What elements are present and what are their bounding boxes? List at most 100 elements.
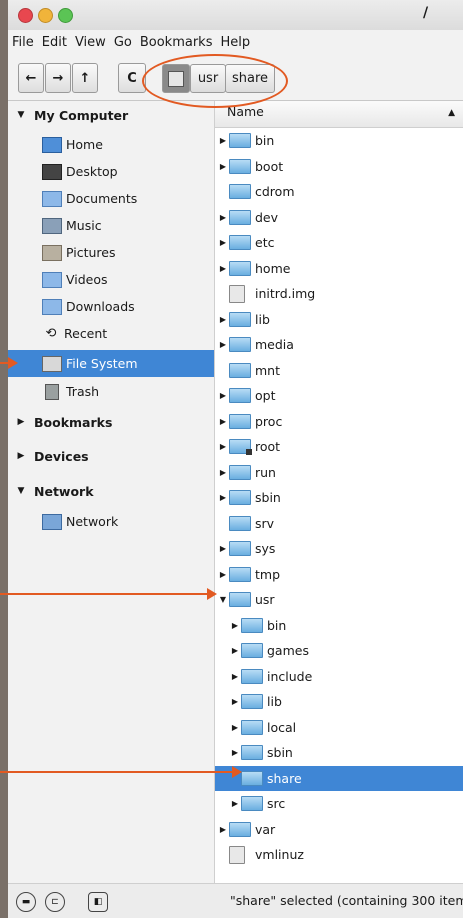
file-row[interactable]: ▶ proc <box>215 409 463 435</box>
file-row[interactable]: ▶ dev <box>215 205 463 231</box>
expander-down-icon[interactable]: ▼ <box>8 486 34 496</box>
section-devices[interactable]: ▶ Devices <box>8 444 89 468</box>
menu-view[interactable]: View <box>71 33 110 53</box>
file-name: proc <box>255 413 283 429</box>
expander-right-icon[interactable]: ▶ <box>229 697 241 706</box>
file-row[interactable]: ▶ media <box>215 332 463 358</box>
expander-right-icon[interactable]: ▶ <box>217 238 229 247</box>
expander-down-icon[interactable]: ▼ <box>217 595 229 604</box>
file-row[interactable]: ▶ run <box>215 460 463 486</box>
maximize-button[interactable] <box>58 8 73 23</box>
sidebar-item-documents[interactable]: Documents <box>8 185 214 212</box>
file-row[interactable]: mnt <box>215 358 463 384</box>
file-row[interactable]: ▶ opt <box>215 383 463 409</box>
file-row[interactable]: ▶ lib <box>215 689 463 715</box>
expander-right-icon[interactable]: ▶ <box>229 672 241 681</box>
menu-go[interactable]: Go <box>110 33 136 53</box>
folder-icon <box>241 719 263 735</box>
expander-right-icon[interactable]: ▶ <box>217 442 229 451</box>
sidebar-item-pictures[interactable]: Pictures <box>8 239 214 266</box>
expander-right-icon[interactable]: ▶ <box>229 748 241 757</box>
file-row[interactable]: initrd.img <box>215 281 463 307</box>
sidebar-item-desktop[interactable]: Desktop <box>8 158 214 185</box>
file-row[interactable]: ▶ games <box>215 638 463 664</box>
file-row[interactable]: ▶ local <box>215 715 463 741</box>
section-label: Network <box>34 483 94 499</box>
file-row[interactable]: ▶ include <box>215 664 463 690</box>
file-row[interactable]: ▶ bin <box>215 613 463 639</box>
sidebar-item-trash[interactable]: Trash <box>8 378 214 405</box>
expander-right-icon[interactable]: ▶ <box>229 723 241 732</box>
menu-edit[interactable]: Edit <box>38 33 71 53</box>
file-row[interactable]: ▶ root <box>215 434 463 460</box>
section-bookmarks[interactable]: ▶ Bookmarks <box>8 410 113 434</box>
file-row[interactable]: srv <box>215 511 463 537</box>
file-row[interactable]: ▶ var <box>215 817 463 843</box>
sidebar-item-videos[interactable]: Videos <box>8 266 214 293</box>
file-list: Name ▲ ▶ bin ▶ boot cdrom ▶ dev ▶ etc ▶ home initrd… <box>215 101 463 884</box>
minimize-button[interactable] <box>38 8 53 23</box>
file-row[interactable]: ▶ etc <box>215 230 463 256</box>
expander-right-icon[interactable]: ▶ <box>229 621 241 630</box>
menu-help[interactable]: Help <box>216 33 254 53</box>
folder-icon <box>229 133 251 149</box>
file-icon <box>229 284 245 303</box>
file-row[interactable]: ▶ home <box>215 256 463 282</box>
expander-right-icon[interactable]: ▶ <box>217 315 229 324</box>
file-name: games <box>267 643 309 659</box>
file-row[interactable]: cdrom <box>215 179 463 205</box>
sidebar-item-music[interactable]: Music <box>8 212 214 239</box>
sidebar-item-network[interactable]: Network <box>8 508 214 535</box>
expander-right-icon[interactable]: ▶ <box>217 340 229 349</box>
expander-right-icon[interactable]: ▶ <box>217 825 229 834</box>
expander-right-icon[interactable]: ▶ <box>229 646 241 655</box>
file-row[interactable]: ▶ src <box>215 791 463 817</box>
home-icon <box>42 136 62 153</box>
expander-right-icon[interactable]: ▶ <box>217 570 229 579</box>
sidebar-item-file-system[interactable]: File System <box>8 350 214 377</box>
tree-pane-icon[interactable]: ⊏ <box>45 892 65 912</box>
sidebar-item-home[interactable]: Home <box>8 131 214 158</box>
file-name: var <box>255 821 276 837</box>
sidebar-item-downloads[interactable]: Downloads <box>8 293 214 320</box>
file-row[interactable]: ▶ sbin <box>215 740 463 766</box>
file-row[interactable]: vmlinuz <box>215 842 463 868</box>
file-row[interactable]: ▶ tmp <box>215 562 463 588</box>
expander-right-icon[interactable]: ▶ <box>217 213 229 222</box>
recent-icon: ⟲ <box>45 325 57 341</box>
close-button[interactable] <box>18 8 33 23</box>
expander-right-icon[interactable]: ▶ <box>217 468 229 477</box>
section-network[interactable]: ▼ Network <box>8 479 94 503</box>
file-row[interactable]: ▶ bin <box>215 128 463 154</box>
expander-right-icon[interactable]: ▶ <box>217 264 229 273</box>
folder-icon <box>229 464 251 480</box>
file-row[interactable]: ▶ lib <box>215 307 463 333</box>
expander-right-icon[interactable]: ▶ <box>229 799 241 808</box>
expander-right-icon[interactable]: ▶ <box>217 493 229 502</box>
expander-right-icon[interactable]: ▶ <box>217 136 229 145</box>
menu-file[interactable]: File <box>8 33 38 53</box>
file-row[interactable]: ▼ usr <box>215 587 463 613</box>
file-row[interactable]: ▶ sys <box>215 536 463 562</box>
back-button[interactable]: ← <box>18 63 44 93</box>
file-name: bin <box>267 617 287 633</box>
column-header-name[interactable]: Name ▲ <box>215 101 463 128</box>
expander-right-icon[interactable]: ▶ <box>217 417 229 426</box>
places-pane-icon[interactable]: ▬ <box>16 892 36 912</box>
file-row[interactable]: ▶ boot <box>215 154 463 180</box>
expander-down-icon[interactable]: ▼ <box>8 110 34 120</box>
menu-bookmarks[interactable]: Bookmarks <box>136 33 217 53</box>
expander-right-icon[interactable]: ▶ <box>217 162 229 171</box>
section-my-computer[interactable]: ▼ My Computer <box>8 103 129 127</box>
file-row[interactable]: ▶ sbin <box>215 485 463 511</box>
expander-right-icon[interactable]: ▶ <box>8 451 34 461</box>
forward-button[interactable]: → <box>45 63 71 93</box>
expander-right-icon[interactable]: ▶ <box>8 417 34 427</box>
folder-icon <box>241 796 263 812</box>
toggle-pane-icon[interactable]: ◧ <box>88 892 108 912</box>
file-row[interactable]: share <box>215 765 463 791</box>
up-button[interactable]: ↑ <box>72 63 98 93</box>
expander-right-icon[interactable]: ▶ <box>217 391 229 400</box>
sidebar-item-recent[interactable]: ⟲ Recent <box>8 320 214 347</box>
expander-right-icon[interactable]: ▶ <box>217 544 229 553</box>
